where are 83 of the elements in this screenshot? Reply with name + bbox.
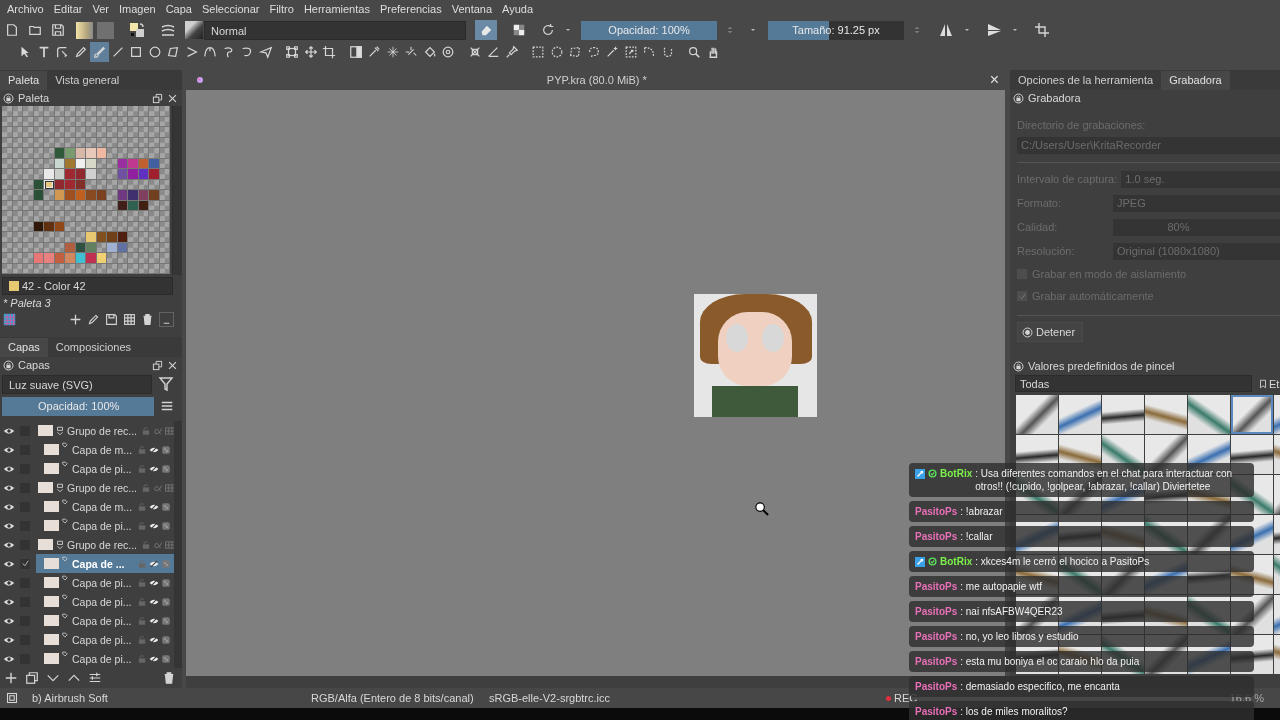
dock-tab[interactable]: Paleta [0, 71, 48, 90]
layer-item[interactable]: Capa de pi... [36, 459, 174, 478]
blend-mode-dropdown[interactable]: Luz suave (SVG) [2, 374, 152, 394]
chat-username: PasitoPs [915, 655, 958, 668]
chat-username: PasitoPs [915, 530, 958, 543]
layer-name: Capa de ... [72, 557, 125, 570]
chat-message-text: : xkces4m le cerró el hocico a PasitoPs [975, 555, 1151, 568]
dock-title: Paleta [18, 92, 50, 104]
dock-title: Valores predefinidos de pincel [1028, 360, 1175, 372]
menu-item[interactable]: Imagen [113, 3, 161, 15]
chat-message-text: : !abrazar [960, 505, 1004, 518]
preset-filter-dropdown[interactable]: Todas [1015, 375, 1252, 392]
color-dropdown[interactable]: 42 - Color 42 [2, 277, 173, 295]
chat-username: BotRix [940, 555, 973, 568]
layer-name: Capa de pi... [72, 462, 132, 475]
tag-button[interactable]: Et [1258, 377, 1280, 390]
layer-name: Capa de pi... [72, 519, 132, 532]
chat-message-text: : me autopapie wtf [960, 580, 1043, 593]
layer-name: Capa de pi... [72, 652, 132, 665]
layer-item[interactable]: Grupo de rec... [36, 478, 174, 497]
layer-item[interactable]: Capa de ... [36, 554, 174, 573]
chat-username: PasitoPs [915, 505, 958, 518]
layer-item[interactable]: Grupo de rec... [36, 421, 174, 440]
menu-item[interactable]: Ver [87, 3, 114, 15]
close-button[interactable]: × [989, 73, 999, 87]
layer-name: Capa de pi... [72, 576, 132, 589]
palette-name: * Paleta 3 [2, 296, 52, 310]
layer-item[interactable]: Capa de pi... [36, 611, 174, 630]
chat-username: PasitoPs [915, 580, 958, 593]
dock-tab[interactable]: Vista general [47, 71, 128, 90]
color-model: RGB/Alfa (Entero de 8 bits/canal) [311, 692, 475, 704]
menu-item[interactable]: Ayuda [497, 3, 539, 15]
dock-title: Capas [18, 359, 50, 371]
brush-name: b) Airbrush Soft [32, 692, 109, 704]
layer-name: Grupo de rec... [67, 481, 138, 494]
color-name: 42 - Color 42 [22, 279, 86, 293]
menu-item[interactable]: Preferencias [374, 3, 447, 15]
layer-item[interactable]: Capa de pi... [36, 649, 174, 668]
layer-item[interactable]: Capa de m... [36, 497, 174, 516]
zoom-level: 16.6 % [1229, 692, 1264, 704]
dock-tab[interactable]: Composiciones [47, 338, 139, 357]
layer-item[interactable]: Grupo de rec... [36, 535, 174, 554]
chat-message-text: : no, yo leo libros y estudio [960, 630, 1080, 643]
chat-username: BotRix [940, 467, 973, 480]
layer-item[interactable]: Capa de pi... [36, 516, 174, 535]
layer-item[interactable]: Capa de pi... [36, 573, 174, 592]
dock-tab[interactable]: Opciones de la herramienta [1010, 71, 1162, 90]
opacity-slider[interactable]: Opacidad: 100% [2, 396, 154, 416]
menu-item[interactable]: Capa [160, 3, 197, 15]
menu-item[interactable]: Herramientas [298, 3, 375, 15]
color-profile: sRGB-elle-V2-srgbtrc.icc [489, 692, 612, 704]
chat-username: PasitoPs [915, 705, 958, 718]
dock-tab[interactable]: Capas [0, 338, 48, 357]
chat-message-text: : !callar [960, 530, 994, 543]
layer-name: Grupo de rec... [67, 538, 138, 551]
layer-name: Capa de pi... [72, 614, 132, 627]
layer-name: Capa de m... [72, 443, 133, 456]
document-title: PYP.kra (80.0 MiB) * [546, 74, 647, 86]
menu-item[interactable]: Filtro [264, 3, 299, 15]
layer-item[interactable]: Capa de pi... [36, 630, 174, 649]
layer-name: Capa de m... [72, 500, 133, 513]
chat-username: PasitoPs [915, 605, 958, 618]
chat-username: PasitoPs [915, 630, 958, 643]
dock-tab[interactable]: Grabadora [1161, 71, 1230, 90]
chat-message-text: : nai nfsAFBW4QER23 [960, 605, 1064, 618]
menu-item[interactable]: Seleccionar [196, 3, 265, 15]
layer-item[interactable]: Capa de m... [36, 440, 174, 459]
menu-item[interactable]: Archivo [2, 3, 49, 15]
layer-name: Capa de pi... [72, 633, 132, 646]
menu-item[interactable]: Editar [48, 3, 88, 15]
layer-name: Grupo de rec... [67, 424, 138, 437]
layer-item[interactable]: Capa de pi... [36, 592, 174, 611]
chat-message-text: : demasiado especifico, me encanta [960, 680, 1121, 693]
opacity-slider[interactable]: Opacidad: 100% [581, 20, 717, 40]
dock-title: Grabadora [1028, 92, 1081, 104]
chat-message-text: : los de miles moralitos? [960, 705, 1069, 718]
layer-name: Capa de pi... [72, 595, 132, 608]
menu-item[interactable]: Ventana [446, 3, 498, 15]
recording-label: REC [894, 692, 918, 704]
chat-message-text: : Usa diferentes comandos en el chat para interactuar con otros!! (!cupido, !golpear, !abrazar, !callar) Diviertetee [975, 467, 1234, 493]
blend-mode-dropdown[interactable]: Normal [204, 20, 466, 40]
chat-message-text: : esta mu boniya el oc caraio hlo da puia [960, 655, 1141, 668]
chat-username: PasitoPs [915, 680, 958, 693]
